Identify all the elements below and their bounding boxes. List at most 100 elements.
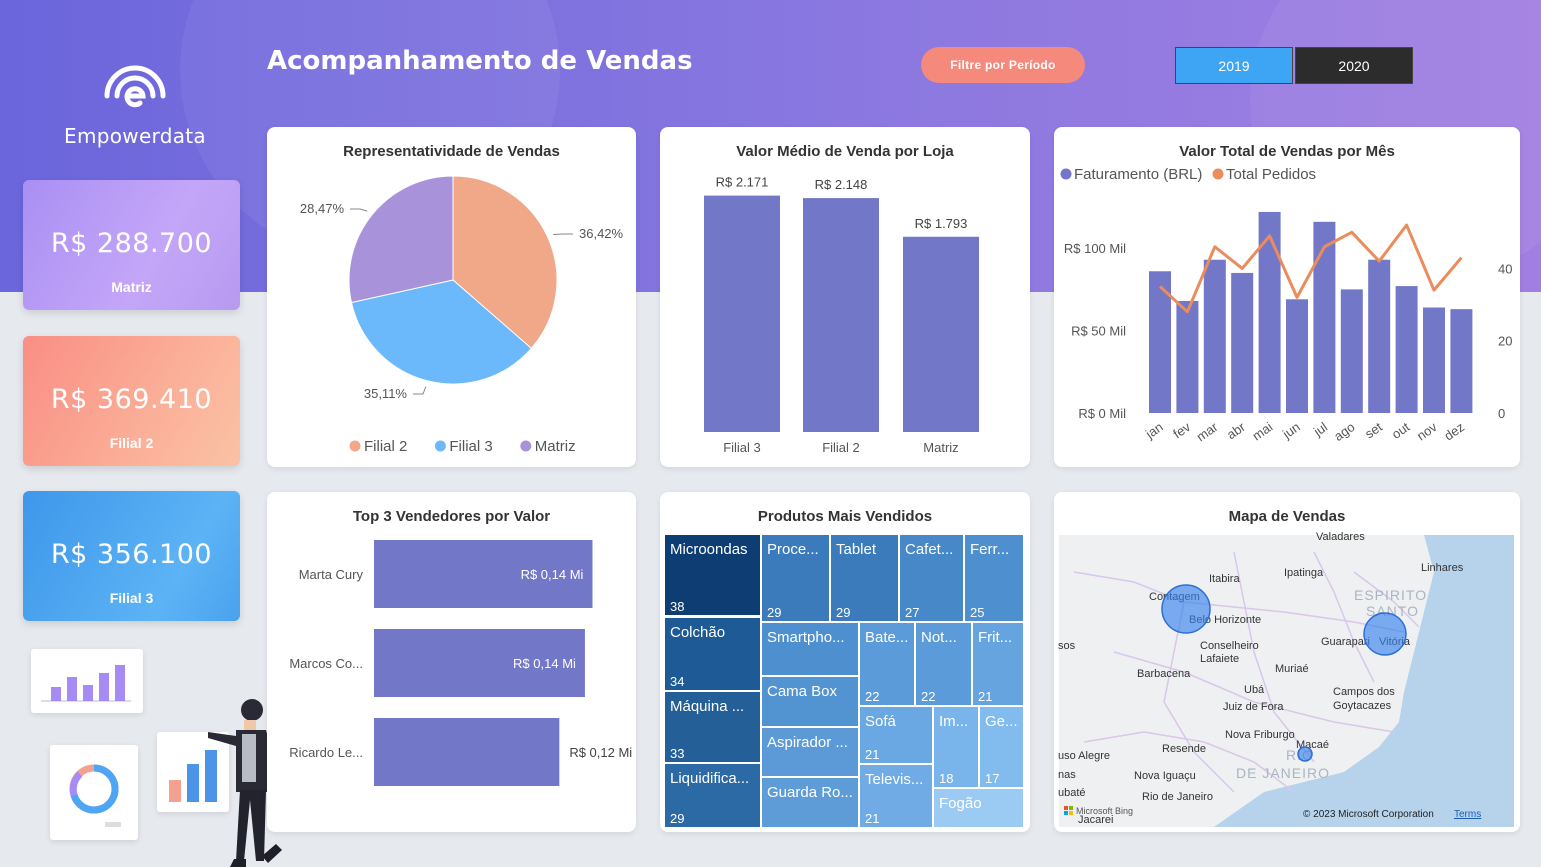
map-bubble-vitoria	[1363, 612, 1407, 656]
y2-axis-tick-label: 20	[1498, 334, 1512, 349]
pie-leader-line	[350, 208, 368, 212]
month-tick-label: jun	[1279, 419, 1303, 442]
treemap-cell-label: Ge...	[985, 713, 1018, 730]
kpi-label: Matriz	[111, 279, 152, 295]
treemap-cell-value: 18	[939, 771, 953, 786]
treemap-cell-value: 29	[767, 605, 781, 620]
legend-marker-revenue	[1060, 168, 1072, 180]
monthly-revenue-bar	[1423, 307, 1445, 413]
map-place-label: Valadares	[1316, 531, 1365, 543]
treemap-cell-label: Not...	[921, 629, 957, 646]
avg-bar	[803, 198, 879, 432]
map-place-label: Lafaiete	[1200, 653, 1239, 665]
avg-bar-label: R$ 2.148	[815, 177, 868, 192]
map-bubble-belo-horizonte	[1161, 584, 1211, 634]
pie-data-label: 28,47%	[300, 201, 345, 216]
monthly-revenue-bar	[1203, 259, 1226, 413]
map-place-label: Linhares	[1421, 562, 1464, 574]
treemap-cell-label: Proce...	[767, 541, 819, 558]
treemap-cell-label: Fogão	[939, 795, 982, 812]
map-place-label: Rio de Janeiro	[1142, 791, 1213, 803]
map-place-label: Juiz de Fora	[1223, 701, 1284, 713]
y-axis-tick-label: R$ 0 Mil	[1078, 406, 1126, 421]
map-place-label: Campos dos	[1333, 686, 1395, 698]
monthly-revenue-bar	[1258, 211, 1281, 413]
sales-map[interactable]: ValadaresItabiraIpatingaLinharesContagem…	[1054, 492, 1520, 832]
map-place-label: Goytacazes	[1333, 700, 1392, 712]
avg-category-label: Filial 3	[723, 440, 761, 455]
bing-logo-text: Microsoft Bing	[1076, 806, 1133, 816]
kpi-label: Filial 3	[109, 590, 154, 606]
map-terms-link: Terms	[1454, 809, 1481, 820]
treemap-cell-label: Guarda Ro...	[767, 784, 853, 801]
avg-bar	[903, 236, 979, 432]
kpi-value: R$ 369.410	[50, 384, 213, 415]
map-place-label: Guarapari	[1321, 636, 1370, 648]
avg-category-label: Filial 2	[822, 440, 860, 455]
avg-bar-label: R$ 2.171	[716, 175, 769, 190]
bing-logo-square	[1064, 806, 1068, 810]
year-2020-button[interactable]: 2020	[1295, 47, 1413, 84]
map-place-label: Barbacena	[1137, 668, 1191, 680]
map-place-label: Resende	[1162, 743, 1206, 755]
pie-legend-label: Matriz	[535, 438, 576, 455]
pie-chart: 36,42% 35,11% 28,47% Filial 2 Filial 3 Matriz	[300, 175, 624, 455]
treemap-cell-label: Ferr...	[970, 541, 1009, 558]
monthly-revenue-bar	[1340, 289, 1363, 413]
bing-logo-square	[1064, 811, 1068, 815]
treemap-cell-value: 38	[670, 599, 684, 614]
monthly-revenue-bar	[1176, 300, 1199, 413]
treemap-cell-label: Aspirador ...	[767, 734, 848, 751]
map-place-label: Ipatinga	[1284, 567, 1324, 579]
pie-legend-label: Filial 2	[364, 438, 407, 455]
donut-illustration	[50, 745, 138, 840]
y2-axis-tick-label: 0	[1498, 406, 1505, 421]
map-place-label: Ubá	[1244, 684, 1265, 696]
month-tick-label: nov	[1414, 419, 1440, 444]
legend-marker-orders	[1212, 168, 1224, 180]
treemap-cell-value: 29	[670, 811, 684, 826]
month-tick-label: dez	[1441, 419, 1467, 443]
map-place-label: ESPIRITO	[1354, 587, 1427, 603]
products-treemap: Microondas 38 Colchão 34 Máquina ... 33 Liquid…	[665, 535, 1023, 827]
kpi-value: R$ 356.100	[50, 539, 213, 570]
month-tick-label: abr	[1224, 419, 1249, 442]
treemap-cell-value: 34	[670, 674, 684, 689]
kpi-card-matriz: R$ 288.700 Matriz	[23, 180, 240, 310]
treemap-cell-value: 29	[836, 605, 850, 620]
month-tick-label: fev	[1170, 419, 1193, 442]
top-sellers-card: Top 3 Vendedores por Valor Marta Cury R$ …	[267, 492, 636, 832]
treemap-cell-label: Sofá	[865, 713, 897, 730]
monthly-sales-chart: jan fev mar abr mai jun jul ago set out nov dez R$ 0…	[1060, 166, 1512, 444]
seller-value-label: R$ 0,14 Mi	[521, 567, 584, 582]
top-sellers-chart: Marta Cury R$ 0,14 Mi Marcos Co... R$ 0,14 …	[289, 540, 632, 786]
treemap-cell-label: Cama Box	[767, 683, 838, 700]
brand-name: Empowerdata	[64, 124, 206, 148]
kpi-card-filial-3: R$ 356.100 Filial 3	[23, 491, 240, 621]
bing-logo-square	[1069, 811, 1073, 815]
y-axis-tick-label: R$ 50 Mil	[1071, 324, 1126, 339]
pie-data-label: 36,42%	[579, 226, 624, 241]
map-place-label: ubaté	[1058, 787, 1086, 799]
legend-label-revenue: Faturamento (BRL)	[1074, 166, 1202, 183]
avg-category-label: Matriz	[923, 440, 958, 455]
seller-value-label: R$ 0,12 Mi	[569, 745, 632, 760]
monthly-sales-card: Valor Total de Vendas por Mês jan fev mar a…	[1054, 127, 1520, 467]
monthly-revenue-bar	[1368, 259, 1391, 413]
map-place-label: Conselheiro	[1200, 640, 1259, 652]
seller-name-label: Ricardo Le...	[289, 745, 363, 760]
month-tick-label: ago	[1331, 419, 1357, 444]
pie-data-label: 35,11%	[364, 386, 408, 401]
page-title: Acompanhamento de Vendas	[267, 46, 693, 76]
month-tick-label: jan	[1142, 419, 1166, 442]
average-sale-card: Valor Médio de Venda por Loja R$ 2.171 Fi…	[660, 127, 1030, 467]
month-tick-label: out	[1389, 419, 1413, 442]
period-filter-button[interactable]: Filtre por Período	[921, 47, 1085, 83]
treemap-cell-value: 22	[921, 689, 935, 704]
treemap-cell-label: Im...	[939, 713, 968, 730]
year-2019-button[interactable]: 2019	[1175, 47, 1293, 84]
seller-name-label: Marcos Co...	[289, 656, 363, 671]
products-card: Produtos Mais Vendidos Microondas 38 Colch…	[660, 492, 1030, 832]
bar-chart-illustration	[31, 649, 143, 713]
treemap-cell-label: Smartpho...	[767, 629, 845, 646]
